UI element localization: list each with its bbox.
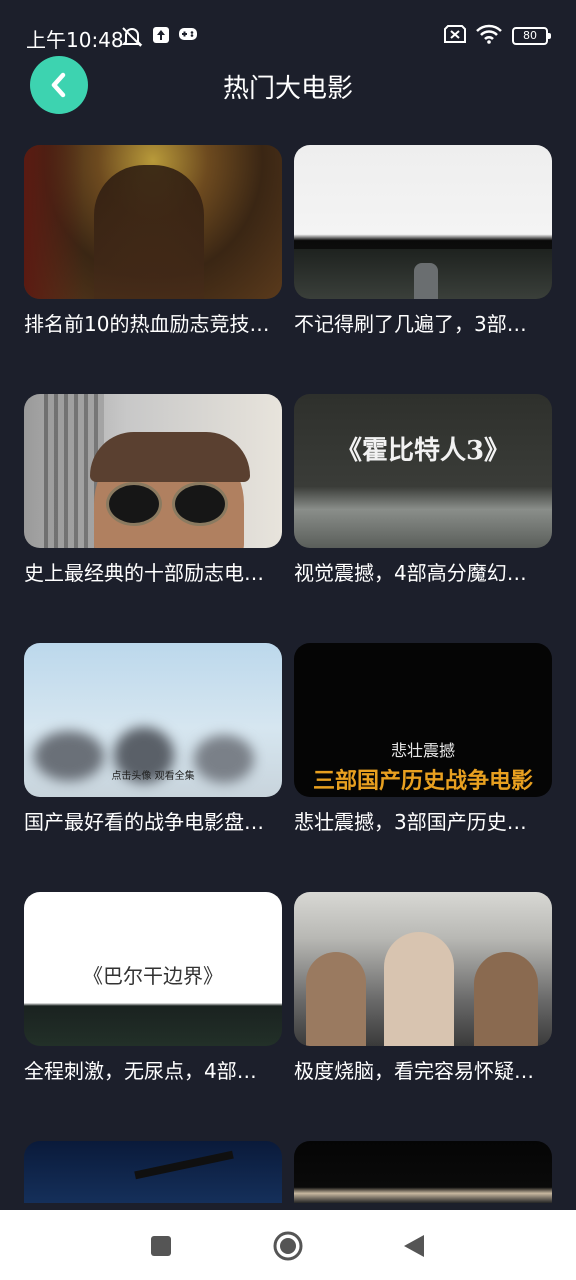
status-time: 上午10:48 bbox=[26, 28, 124, 52]
movie-title: 极度烧脑，看完容易怀疑… bbox=[294, 1059, 534, 1083]
movie-title: 悲壮震撼，3部国产历史… bbox=[294, 810, 527, 834]
wifi-icon bbox=[476, 24, 502, 48]
movie-thumbnail[interactable] bbox=[294, 1141, 552, 1203]
navigation-bar bbox=[0, 1210, 576, 1280]
thumbnail-caption: 点击头像 观看全集 bbox=[111, 771, 195, 782]
status-bar: 上午10:48 80 bbox=[0, 0, 576, 72]
movie-thumbnail[interactable]: 悲壮震撼 三部国产历史战争电影 bbox=[294, 643, 552, 797]
thumbnail-caption: 《巴尔干边界》 bbox=[83, 964, 223, 988]
movie-title: 视觉震撼，4部高分魔幻… bbox=[294, 561, 527, 585]
movie-card[interactable]: 点击头像 观看全集 国产最好看的战争电影盘… bbox=[24, 643, 282, 837]
thumbnail-subcaption: 三部国产历史战争电影 bbox=[312, 769, 533, 794]
back-triangle-icon[interactable] bbox=[396, 1228, 432, 1264]
movie-thumbnail[interactable]: 《霍比特人3》 bbox=[294, 394, 552, 548]
movie-thumbnail[interactable]: 《巴尔干边界》 bbox=[24, 892, 282, 1046]
movie-card[interactable]: 史上最经典的十部励志电… bbox=[24, 394, 282, 588]
movie-card[interactable] bbox=[294, 1141, 552, 1203]
recents-square-icon[interactable] bbox=[143, 1228, 179, 1264]
movie-thumbnail[interactable] bbox=[24, 1141, 282, 1203]
movie-card[interactable]: 《霍比特人3》 视觉震撼，4部高分魔幻… bbox=[294, 394, 552, 588]
thumbnail-caption: 悲壮震撼 bbox=[390, 741, 455, 760]
movie-title: 国产最好看的战争电影盘… bbox=[24, 810, 264, 834]
movie-thumbnail[interactable] bbox=[294, 892, 552, 1046]
movie-card[interactable]: 极度烧脑，看完容易怀疑… bbox=[294, 892, 552, 1086]
movie-card[interactable]: 《巴尔干边界》 全程刺激，无尿点，4部… bbox=[24, 892, 282, 1086]
home-circle-icon[interactable] bbox=[270, 1228, 306, 1264]
movie-card[interactable]: 悲壮震撼 三部国产历史战争电影 悲壮震撼，3部国产历史… bbox=[294, 643, 552, 837]
movie-grid: 排名前10的热血励志竞技… 不记得刷了几遍了，3部… 史上最经典的十部励志电… … bbox=[24, 145, 553, 1203]
movie-thumbnail[interactable] bbox=[24, 394, 282, 548]
upload-icon bbox=[152, 26, 170, 48]
mute-bell-icon bbox=[120, 26, 144, 52]
thumbnail-caption: 《霍比特人3》 bbox=[335, 436, 511, 466]
movie-title: 全程刺激，无尿点，4部… bbox=[24, 1059, 257, 1083]
movie-card[interactable]: 不记得刷了几遍了，3部… bbox=[294, 145, 552, 339]
movie-card[interactable] bbox=[24, 1141, 282, 1203]
movie-thumbnail[interactable] bbox=[294, 145, 552, 299]
movie-thumbnail[interactable] bbox=[24, 145, 282, 299]
gamepad-icon bbox=[178, 26, 198, 46]
movie-title: 不记得刷了几遍了，3部… bbox=[294, 312, 527, 336]
movie-card[interactable]: 排名前10的热血励志竞技… bbox=[24, 145, 282, 339]
movie-title: 史上最经典的十部励志电… bbox=[24, 561, 264, 585]
movie-title: 排名前10的热血励志竞技… bbox=[24, 312, 270, 336]
sim-x-icon bbox=[444, 25, 466, 47]
battery-icon: 80 bbox=[512, 27, 551, 45]
movie-thumbnail[interactable]: 点击头像 观看全集 bbox=[24, 643, 282, 797]
page-title: 热门大电影 bbox=[222, 74, 353, 104]
